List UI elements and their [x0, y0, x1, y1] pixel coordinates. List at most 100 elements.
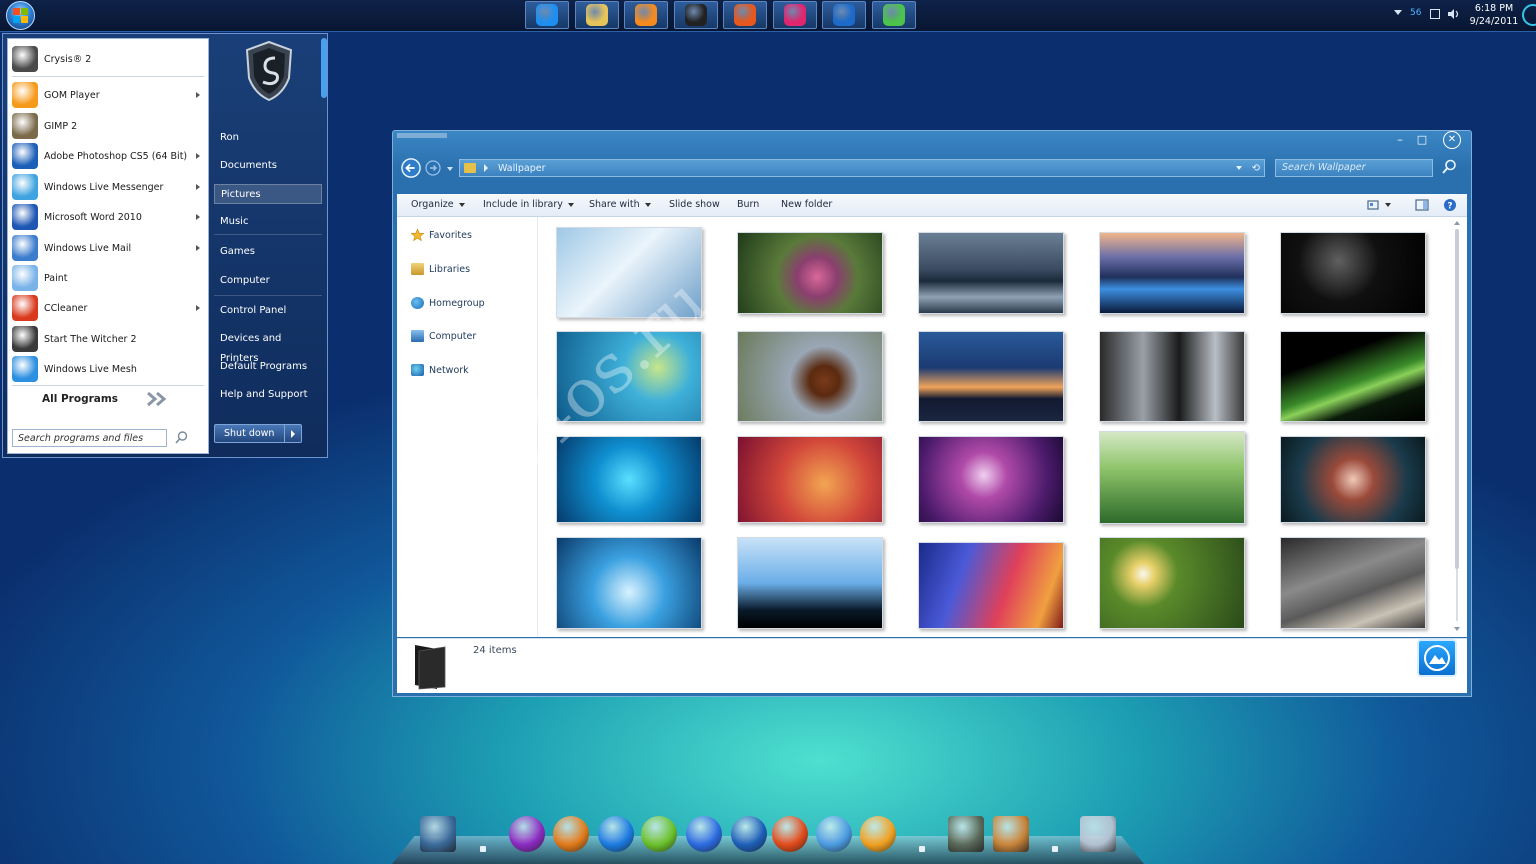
photo-viewer-icon[interactable]: [1417, 639, 1457, 677]
refresh-icon[interactable]: ⟲: [1252, 162, 1260, 175]
start-program-item[interactable]: Microsoft Word 2010: [12, 203, 204, 231]
taskbar-app-internet-explorer[interactable]: [525, 1, 569, 29]
back-button[interactable]: [401, 158, 421, 178]
nav-item-libraries[interactable]: Libraries: [411, 260, 470, 278]
user-avatar[interactable]: [243, 40, 295, 102]
wallpaper-thumbnail[interactable]: [1280, 537, 1426, 629]
dock-item-pause[interactable]: [637, 812, 681, 856]
start-program-item[interactable]: CCleaner: [12, 294, 204, 322]
taskbar-app-media-player[interactable]: [624, 1, 668, 29]
start-program-item[interactable]: Start The Witcher 2: [12, 325, 204, 353]
wallpaper-thumbnail[interactable]: [1099, 232, 1245, 314]
dock-item-wave[interactable]: [594, 812, 638, 856]
start-program-item[interactable]: GIMP 2: [12, 112, 204, 140]
wallpaper-thumbnail[interactable]: [918, 542, 1064, 629]
scroll-thumb[interactable]: [1455, 229, 1459, 569]
dock-item-fire[interactable]: [768, 812, 812, 856]
shutdown-options-button[interactable]: [284, 425, 302, 442]
dock-item-music[interactable]: [505, 812, 549, 856]
start-program-item[interactable]: GOM Player: [12, 81, 204, 109]
dock-item-photoshop[interactable]: [727, 812, 771, 856]
wallpaper-thumbnail[interactable]: [737, 436, 883, 523]
wallpaper-thumbnail[interactable]: [1099, 431, 1245, 524]
tray-number[interactable]: 56: [1410, 8, 1421, 18]
start-program-item[interactable]: Windows Live Mesh: [12, 355, 204, 383]
submenu-arrow-icon[interactable]: [196, 245, 200, 251]
command-slide-show[interactable]: Slide show: [669, 194, 720, 216]
nav-item-favorites[interactable]: Favorites: [410, 226, 472, 244]
wallpaper-thumbnail[interactable]: [737, 537, 883, 629]
forward-button[interactable]: [425, 160, 441, 176]
nav-item-homegroup[interactable]: Homegroup: [411, 294, 485, 312]
dock-item-computer[interactable]: [416, 812, 460, 856]
command-include-in-library[interactable]: Include in library: [483, 194, 574, 216]
submenu-arrow-icon[interactable]: [196, 92, 200, 98]
start-link-control-panel[interactable]: Control Panel: [214, 301, 322, 321]
wallpaper-thumbnail[interactable]: [918, 232, 1064, 314]
submenu-arrow-icon[interactable]: [196, 184, 200, 190]
submenu-arrow-icon[interactable]: [196, 214, 200, 220]
start-program-item[interactable]: Paint: [12, 264, 204, 292]
start-link-pictures[interactable]: Pictures: [214, 184, 322, 204]
wallpaper-thumbnail[interactable]: [1280, 331, 1426, 422]
nav-item-network[interactable]: Network: [411, 361, 469, 379]
volume-icon[interactable]: [1448, 9, 1460, 19]
address-bar[interactable]: Wallpaper ⟲: [459, 159, 1265, 177]
start-program-item[interactable]: Windows Live Messenger: [12, 173, 204, 201]
start-link-default-programs[interactable]: Default Programs: [214, 357, 322, 377]
start-link-devices-and-printers[interactable]: Devices and Printers: [214, 329, 322, 364]
start-link-documents[interactable]: Documents: [214, 156, 322, 176]
nav-item-computer[interactable]: Computer: [411, 327, 476, 345]
recent-pages-chevron-icon[interactable]: [447, 167, 453, 171]
close-button[interactable]: ✕: [1443, 131, 1461, 149]
search-icon[interactable]: [1441, 159, 1457, 175]
action-center-icon[interactable]: [1430, 9, 1440, 19]
wallpaper-thumbnail[interactable]: [918, 331, 1064, 422]
wallpaper-thumbnail[interactable]: [737, 232, 883, 314]
start-menu-scrollbar[interactable]: [321, 38, 327, 98]
start-link-computer[interactable]: Computer: [214, 271, 322, 291]
dock-item-itunes[interactable]: [812, 812, 856, 856]
minimize-button[interactable]: –: [1391, 133, 1409, 147]
wallpaper-thumbnail[interactable]: [1099, 537, 1245, 629]
wallpaper-thumbnail[interactable]: [1280, 232, 1426, 314]
all-programs-button[interactable]: All Programs: [12, 387, 204, 411]
taskbar-app-firefox[interactable]: [723, 1, 767, 29]
command-burn[interactable]: Burn: [737, 194, 759, 216]
taskbar-app-messenger[interactable]: [871, 1, 916, 29]
scroll-up-icon[interactable]: [1454, 221, 1460, 225]
maximize-button[interactable]: □: [1413, 133, 1431, 147]
command-share-with[interactable]: Share with: [589, 194, 651, 216]
taskbar-app-photoshop[interactable]: [822, 1, 866, 29]
submenu-arrow-icon[interactable]: [196, 153, 200, 159]
clock[interactable]: 6:18 PM 9/24/2011: [1466, 2, 1522, 28]
scroll-down-icon[interactable]: [1454, 627, 1460, 631]
change-view-icon[interactable]: [1367, 198, 1381, 212]
dock-item-windows[interactable]: [856, 812, 900, 856]
start-button[interactable]: [6, 1, 35, 30]
window-search-input[interactable]: Search Wallpaper: [1275, 159, 1433, 177]
taskbar-app-crysis-2[interactable]: [673, 1, 718, 29]
taskbar-app-windows-explorer[interactable]: [574, 1, 619, 29]
wallpaper-thumbnail[interactable]: [737, 331, 883, 422]
start-program-item[interactable]: Adobe Photoshop CS5 (64 Bit): [12, 142, 204, 170]
help-icon[interactable]: ?: [1443, 198, 1457, 212]
start-link-music[interactable]: Music: [214, 212, 322, 232]
dock-item-drive[interactable]: [944, 812, 988, 856]
start-program-item[interactable]: Windows Live Mail: [12, 234, 204, 262]
view-dropdown-icon[interactable]: [1385, 203, 1391, 207]
submenu-arrow-icon[interactable]: [196, 305, 200, 311]
dock-item-box[interactable]: [989, 812, 1033, 856]
address-dropdown-icon[interactable]: [1236, 166, 1242, 170]
command-new-folder[interactable]: New folder: [781, 194, 832, 216]
file-list-scrollbar[interactable]: [1453, 221, 1461, 633]
dock-item-player[interactable]: [549, 812, 593, 856]
start-search-input[interactable]: Search programs and files: [12, 429, 167, 447]
wallpaper-thumbnail[interactable]: [556, 537, 702, 629]
show-desktop-icon[interactable]: [1522, 4, 1536, 26]
command-organize[interactable]: Organize: [411, 194, 465, 216]
dock-item-people[interactable]: [682, 812, 726, 856]
wallpaper-thumbnail[interactable]: [1099, 331, 1245, 422]
start-program-item[interactable]: Crysis® 2: [12, 45, 204, 73]
show-hidden-icons-icon[interactable]: [1394, 10, 1402, 15]
